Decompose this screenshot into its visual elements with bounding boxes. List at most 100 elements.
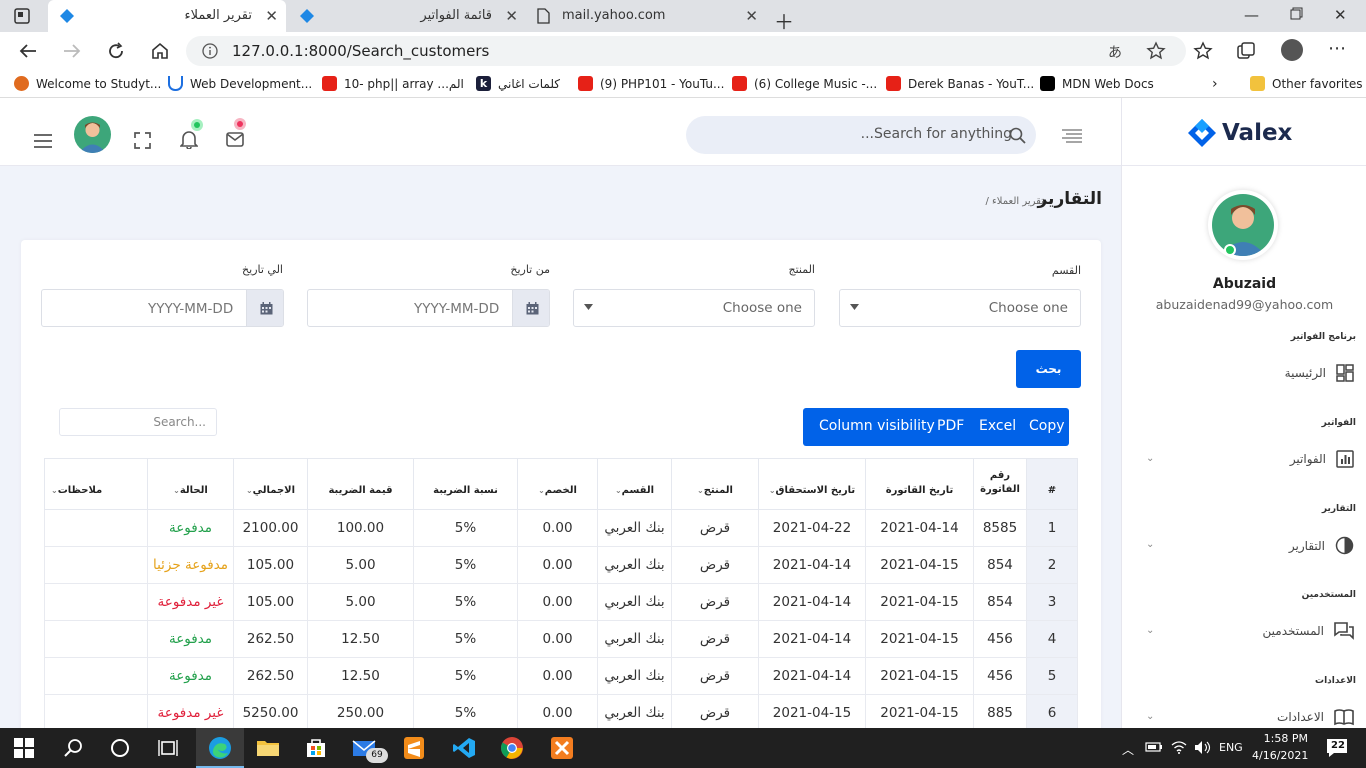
- bookmark-lyrics[interactable]: k كلمات اغاني: [476, 76, 560, 91]
- bookmarks-overflow-icon[interactable]: ›: [1212, 76, 1218, 92]
- cell-section[interactable]: بنك العربي: [597, 509, 672, 547]
- back-icon[interactable]: [18, 41, 38, 61]
- add-favorite-icon[interactable]: [1146, 41, 1166, 61]
- tab-yahoo-mail[interactable]: mail.yahoo.com ✕: [528, 0, 766, 32]
- more-options-icon[interactable]: ⋯: [1328, 38, 1346, 59]
- sidebar-item-home[interactable]: الرئيسية: [1285, 364, 1354, 382]
- sublime-text-icon[interactable]: [402, 736, 426, 760]
- read-aloud-icon[interactable]: あ: [1108, 42, 1122, 62]
- search-icon[interactable]: [1009, 127, 1026, 144]
- close-tab-icon[interactable]: ✕: [505, 7, 518, 25]
- cell-section[interactable]: بنك العربي: [597, 657, 672, 695]
- input-language[interactable]: ENG: [1219, 741, 1243, 754]
- taskbar-search-icon[interactable]: [62, 736, 86, 760]
- sidebar-toggle-icon[interactable]: [1062, 129, 1082, 143]
- sidebar-item-users[interactable]: المستخدمين: [1263, 622, 1354, 640]
- cell-section[interactable]: بنك العربي: [597, 620, 672, 658]
- search-submit-button[interactable]: بحث: [1016, 350, 1081, 388]
- user-avatar[interactable]: [74, 116, 111, 153]
- refresh-icon[interactable]: [106, 41, 126, 61]
- bookmark-derek-banas[interactable]: Derek Banas - YouT...: [886, 76, 1034, 91]
- column-visibility-button[interactable]: Column visibility: [819, 418, 935, 434]
- table-search-input[interactable]: Search...: [59, 408, 217, 436]
- sidebar-item-settings[interactable]: الاعدادات: [1277, 708, 1354, 726]
- restore-icon[interactable]: [1290, 7, 1303, 20]
- to-date-field[interactable]: YYYY-MM-DD: [41, 289, 284, 327]
- tray-overflow-icon[interactable]: ︿: [1122, 741, 1134, 758]
- bookmark-studytonight[interactable]: Welcome to Studyt...: [14, 76, 161, 91]
- sidebar-item-reports[interactable]: التقارير: [1289, 536, 1354, 555]
- clock-time[interactable]: 1:58 PM: [1256, 732, 1308, 745]
- table-row[interactable]: مدفوعة جزئيا 105.00 5.00 5% 0.00 بنك العربي قر…: [44, 546, 1078, 584]
- to-calendar-button[interactable]: [246, 290, 283, 326]
- new-tab-icon[interactable]: ＋: [774, 6, 794, 35]
- messages-mail-icon[interactable]: [226, 132, 244, 147]
- cortana-icon[interactable]: [108, 736, 132, 760]
- task-view-icon[interactable]: [156, 736, 180, 760]
- col-header-total[interactable]: ⌄الاجمالي: [233, 458, 308, 510]
- table-row[interactable]: مدفوعة 262.50 12.50 5% 0.00 بنك العربي قرض 2021…: [44, 620, 1078, 658]
- col-header-status[interactable]: ⌄الحالة: [147, 458, 234, 510]
- cell-section[interactable]: بنك العربي: [597, 694, 672, 728]
- cell-section[interactable]: بنك العربي: [597, 583, 672, 621]
- bookmark-college-music[interactable]: (6) College Music -...: [732, 76, 877, 91]
- col-header-invoice-number[interactable]: رقم الفاتورة: [973, 458, 1027, 510]
- pdf-button[interactable]: PDF: [937, 418, 964, 434]
- menu-toggle-icon[interactable]: [34, 134, 52, 148]
- file-explorer-icon[interactable]: [256, 736, 280, 760]
- close-tab-icon[interactable]: ✕: [265, 7, 278, 25]
- clock-date[interactable]: 4/16/2021: [1252, 749, 1308, 762]
- table-row[interactable]: مدفوعة 262.50 12.50 5% 0.00 بنك العربي قرض 2021…: [44, 657, 1078, 695]
- taskbar-edge-active[interactable]: [196, 728, 244, 768]
- minimize-icon[interactable]: —: [1244, 6, 1259, 24]
- bookmark-mdn[interactable]: MDN Web Docs: [1040, 76, 1154, 91]
- wifi-icon[interactable]: [1170, 739, 1188, 755]
- profile-avatar[interactable]: [1281, 39, 1303, 61]
- other-favorites[interactable]: Other favorites: [1250, 76, 1363, 91]
- url-field[interactable]: 127.0.0.1:8000/Search_customers あ: [186, 36, 1186, 66]
- col-header-product[interactable]: ⌄المنتج: [671, 458, 759, 510]
- tab-actions-icon[interactable]: [14, 8, 30, 24]
- chrome-icon[interactable]: [500, 736, 524, 760]
- bookmark-php-array[interactable]: 10- php|| array ...الم: [322, 76, 464, 91]
- product-select[interactable]: Choose one: [573, 289, 815, 327]
- global-search-input[interactable]: ...Search for anything: [686, 116, 1036, 154]
- forward-icon[interactable]: [62, 41, 82, 61]
- close-tab-icon[interactable]: ✕: [745, 7, 758, 25]
- table-row[interactable]: غير مدفوعة 105.00 5.00 5% 0.00 بنك العربي قرض 2…: [44, 583, 1078, 621]
- col-header-invoice-date[interactable]: تاريخ القاتورة: [865, 458, 974, 510]
- volume-icon[interactable]: [1194, 740, 1212, 755]
- cell-section[interactable]: بنك العربي: [597, 546, 672, 584]
- from-date-field[interactable]: YYYY-MM-DD: [307, 289, 550, 327]
- tab-customer-report[interactable]: تقرير العملاء ✕: [48, 0, 286, 32]
- xampp-icon[interactable]: [550, 736, 574, 760]
- col-header-due-date[interactable]: ⌄تاريخ الاستحقاق: [758, 458, 866, 510]
- excel-button[interactable]: Excel: [979, 418, 1016, 434]
- section-select[interactable]: Choose one: [839, 289, 1081, 327]
- tab-invoices-list[interactable]: قائمة الفواتير ✕: [288, 0, 526, 32]
- table-row[interactable]: مدفوعة 2100.00 100.00 5% 0.00 بنك العربي قرض 20…: [44, 509, 1078, 547]
- site-info-icon[interactable]: [202, 43, 218, 59]
- col-header-discount[interactable]: ⌄الخصم: [517, 458, 598, 510]
- col-header-section[interactable]: ⌄القسم: [597, 458, 672, 510]
- battery-icon[interactable]: [1145, 740, 1163, 754]
- collections-icon[interactable]: [1236, 41, 1256, 61]
- col-header-tax-rate[interactable]: نسبة الضريبة: [413, 458, 518, 510]
- table-row[interactable]: غير مدفوعة 5250.00 250.00 5% 0.00 بنك العربي ق…: [44, 694, 1078, 728]
- from-calendar-button[interactable]: [512, 290, 549, 326]
- copy-button[interactable]: Copy: [1029, 418, 1065, 434]
- windows-start-icon[interactable]: [14, 738, 38, 762]
- sidebar-item-invoices[interactable]: الفواتير: [1290, 450, 1354, 468]
- vscode-icon[interactable]: [452, 736, 476, 760]
- bookmark-webdev[interactable]: Web Development...: [168, 76, 312, 91]
- fullscreen-icon[interactable]: [134, 132, 151, 149]
- notifications-bell-icon[interactable]: [180, 130, 198, 149]
- store-icon[interactable]: [304, 736, 328, 760]
- home-icon[interactable]: [150, 41, 170, 61]
- close-window-icon[interactable]: ✕: [1334, 6, 1347, 24]
- favorites-icon[interactable]: [1193, 41, 1213, 61]
- col-header-index[interactable]: #: [1026, 458, 1078, 510]
- bookmark-php101[interactable]: (9) PHP101 - YouTu...: [578, 76, 724, 91]
- sidebar-avatar[interactable]: [1208, 190, 1278, 260]
- col-header-notes[interactable]: ⌄ملاحظات: [44, 458, 148, 510]
